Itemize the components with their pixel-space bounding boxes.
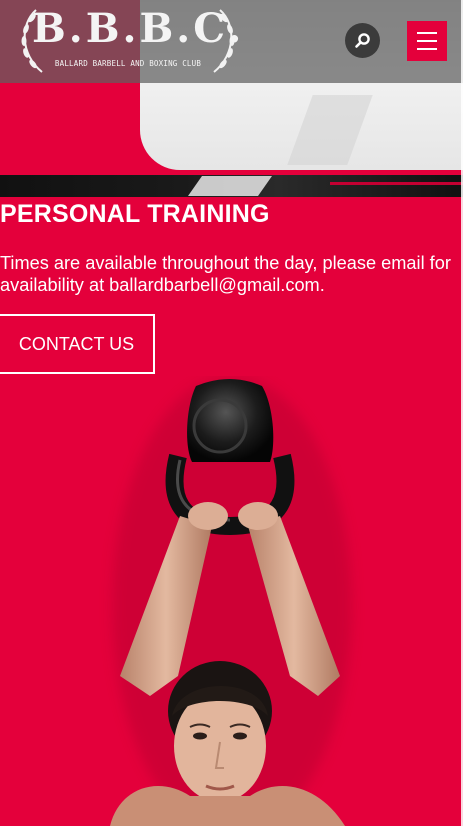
search-button[interactable]: [345, 23, 380, 58]
hamburger-menu-icon-line: [417, 48, 437, 50]
section-description: Times are available throughout the day, …: [0, 253, 451, 295]
site-header: B.B.B.C. BALLARD BARBELL AND BOXING CLUB: [0, 0, 463, 83]
kettlebell-photo: [110, 376, 352, 826]
logo-title: B.B.B.C.: [32, 5, 245, 52]
hamburger-menu-icon-line: [417, 40, 437, 42]
menu-button[interactable]: [407, 21, 447, 61]
hamburger-menu-icon: [417, 32, 437, 34]
hero-barbell-accent: [330, 182, 463, 185]
search-icon: [355, 33, 370, 48]
section-title: PERSONAL TRAINING: [0, 200, 270, 228]
hero-barbell-highlight: [187, 176, 273, 196]
site-logo[interactable]: B.B.B.C. BALLARD BARBELL AND BOXING CLUB: [14, 2, 242, 80]
logo-subtitle: BALLARD BARBELL AND BOXING CLUB: [54, 59, 202, 68]
contact-us-button[interactable]: CONTACT US: [0, 314, 155, 374]
